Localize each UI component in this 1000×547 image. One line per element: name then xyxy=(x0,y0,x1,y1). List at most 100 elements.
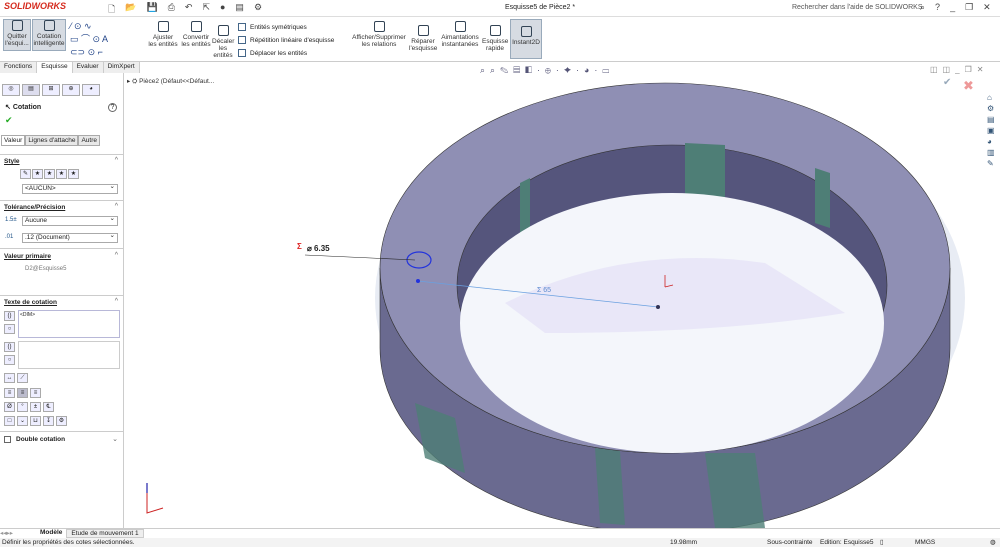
graphics-area[interactable]: ▸ ⛭ Pièce2 (Défaut<<Défaut... ⌕⌕✎▤◧·⊕·✦·… xyxy=(125,65,1000,528)
square-symbol-icon[interactable]: □ xyxy=(4,416,15,426)
undo-icon[interactable]: ↶ xyxy=(185,2,193,18)
dimxpert-manager-tab[interactable]: ⊕ xyxy=(62,84,80,96)
exit-sketch-button[interactable]: Quitter l'esqui... xyxy=(3,19,31,51)
file-properties-icon[interactable]: ▤ xyxy=(235,2,244,18)
appearances-icon[interactable]: ◕ xyxy=(987,137,995,146)
print-icon[interactable]: ⎙ xyxy=(168,2,175,18)
tab-fonctions[interactable]: Fonctions xyxy=(0,62,38,73)
save-style-icon[interactable]: ★ xyxy=(56,169,67,179)
repair-sketch-button[interactable]: Réparer l'esquisse xyxy=(409,25,437,52)
collapse-icon[interactable]: ^ xyxy=(115,203,118,210)
tab-modele[interactable]: Modèle xyxy=(36,529,66,538)
subtab-valeur[interactable]: Valeur xyxy=(1,135,26,146)
ok-checkmark-icon[interactable]: ✔ xyxy=(5,115,13,126)
tab-evaluer[interactable]: Evaluer xyxy=(72,62,104,73)
restore-button[interactable]: ❐ xyxy=(965,2,973,13)
linear-dimension[interactable]: Σ 65 xyxy=(537,287,551,294)
relations-icon xyxy=(373,21,385,32)
property-manager-tab[interactable]: ▤ xyxy=(22,84,40,96)
collapse-icon[interactable]: ^ xyxy=(115,298,118,305)
tab-motion-study[interactable]: Etude de mouvement 1 xyxy=(66,529,144,538)
dim-text-label: Texte de cotation xyxy=(4,299,57,306)
rapid-sketch-button[interactable]: Esquisse rapide xyxy=(482,25,508,52)
add-style-icon[interactable]: ★ xyxy=(32,169,43,179)
select-icon[interactable]: ⇱ xyxy=(202,2,210,18)
center-dim-icon[interactable]: ↔ xyxy=(4,373,15,383)
align-center-icon[interactable]: ≡ xyxy=(17,388,28,398)
tab-esquisse[interactable]: Esquisse xyxy=(37,62,73,73)
depth-symbol-icon[interactable]: ↧ xyxy=(43,416,54,426)
move-entities-button[interactable]: Déplacer les entités xyxy=(238,49,307,57)
new-icon[interactable]: 🗋 xyxy=(108,2,115,18)
align-left-icon[interactable]: ≡ xyxy=(4,388,15,398)
rebuild-icon[interactable]: ● xyxy=(220,2,225,18)
trim-entities-button[interactable]: Ajuster les entités xyxy=(148,21,178,48)
add-parentheses-icon[interactable]: () xyxy=(4,311,15,321)
subtab-lignes-attache[interactable]: Lignes d'attache xyxy=(25,135,79,146)
expand-icon[interactable]: ⌄ xyxy=(112,435,118,443)
mirror-entities-button[interactable]: Entités symétriques xyxy=(238,23,307,31)
dual-dimension-checkbox[interactable] xyxy=(4,436,11,443)
sketch-tools[interactable]: ⁄ ⊙ ∿ ▭ ⌒ ⊙ A ⊂⊃ ⊙ ⌐ xyxy=(70,20,140,59)
display-manager-tab[interactable]: ◕ xyxy=(82,84,100,96)
inspection-icon[interactable]: ○ xyxy=(4,324,15,334)
save-icon[interactable]: 💾 xyxy=(146,2,157,18)
confirm-corner-icon[interactable]: ✔ xyxy=(943,77,951,88)
task-pane-tabs: ⌂ ⚙ ▤ ▣ ◕ ▥ ✎ xyxy=(987,93,995,168)
dim-text-below[interactable] xyxy=(18,341,120,369)
more-symbols-icon[interactable]: ⚙ xyxy=(56,416,67,426)
dim-text-above[interactable]: <DIM> xyxy=(18,310,120,338)
unit-system[interactable]: MMGS xyxy=(915,539,935,546)
linear-pattern-button[interactable]: Répétition linéaire d'esquisse xyxy=(238,36,334,44)
feature-manager-tab[interactable]: ◎ xyxy=(2,84,20,96)
diameter-dimension[interactable]: ⌀ 6.35 xyxy=(307,244,330,253)
load-style-icon[interactable]: ★ xyxy=(68,169,79,179)
help-icon[interactable]: ? xyxy=(108,103,117,112)
options-gear-icon[interactable]: ⚙ xyxy=(254,2,262,18)
subtab-autre[interactable]: Autre xyxy=(78,135,100,146)
style-select[interactable]: <AUCUN> xyxy=(22,183,118,194)
forum-icon[interactable]: ✎ xyxy=(987,159,995,168)
diameter-symbol-icon[interactable]: Ø xyxy=(4,402,15,412)
countersink-symbol-icon[interactable]: ⌄ xyxy=(17,416,28,426)
open-icon[interactable]: 📂 xyxy=(125,2,136,18)
tolerance-select[interactable]: Aucune xyxy=(22,215,118,226)
tab-scroll-arrows[interactable]: ◂◂▸▸ xyxy=(0,529,36,538)
collapse-icon[interactable]: ^ xyxy=(115,252,118,259)
notification-icon[interactable]: ◍ xyxy=(990,538,996,546)
offset-text-icon[interactable]: ⟋ xyxy=(17,373,28,383)
sketch-point[interactable] xyxy=(416,279,420,283)
quick-snaps-button[interactable]: Aimantations instantanées xyxy=(440,21,480,48)
help-icon[interactable]: ? xyxy=(935,2,940,13)
sketch-point[interactable] xyxy=(656,305,660,309)
minimize-button[interactable]: _ xyxy=(950,2,955,13)
configuration-manager-tab[interactable]: ⊞ xyxy=(42,84,60,96)
cancel-x-icon[interactable]: ✖ xyxy=(963,78,974,94)
delete-style-icon[interactable]: ★ xyxy=(44,169,55,179)
instant2d-button[interactable]: Instant2D xyxy=(510,19,542,59)
offset-entities-button[interactable]: Décaler les entités xyxy=(212,25,234,59)
add-parentheses-icon[interactable]: () xyxy=(4,342,15,352)
apply-style-icon[interactable]: ✎ xyxy=(20,169,31,179)
close-button[interactable]: ✕ xyxy=(983,2,991,13)
convert-entities-button[interactable]: Convertir les entités xyxy=(181,21,211,48)
tab-dimxpert[interactable]: DimXpert xyxy=(103,62,140,73)
centerline-symbol-icon[interactable]: ℄ xyxy=(43,402,54,412)
counterbore-symbol-icon[interactable]: ⊔ xyxy=(30,416,41,426)
help-search[interactable]: Rechercher dans l'aide de SOLIDWORKS xyxy=(792,4,923,11)
rebuild-status-icon[interactable]: ▯ xyxy=(880,538,884,546)
search-icon[interactable]: ⌕ xyxy=(920,2,925,13)
file-explorer-icon[interactable]: ▣ xyxy=(987,126,995,135)
design-library-icon[interactable]: ▤ xyxy=(987,115,995,124)
custom-properties-icon[interactable]: ▥ xyxy=(987,148,995,157)
smart-dimension-button[interactable]: Cotation intelligente xyxy=(32,19,66,51)
collapse-icon[interactable]: ^ xyxy=(115,157,118,164)
inspection-icon[interactable]: ○ xyxy=(4,355,15,365)
home-icon[interactable]: ⌂ xyxy=(987,93,995,102)
align-right-icon[interactable]: ≡ xyxy=(30,388,41,398)
degree-symbol-icon[interactable]: ° xyxy=(17,402,28,412)
precision-select[interactable]: .12 (Document) xyxy=(22,232,118,243)
plus-minus-symbol-icon[interactable]: ± xyxy=(30,402,41,412)
display-relations-button[interactable]: Afficher/Supprimer les relations xyxy=(352,21,406,48)
resources-icon[interactable]: ⚙ xyxy=(987,104,995,113)
